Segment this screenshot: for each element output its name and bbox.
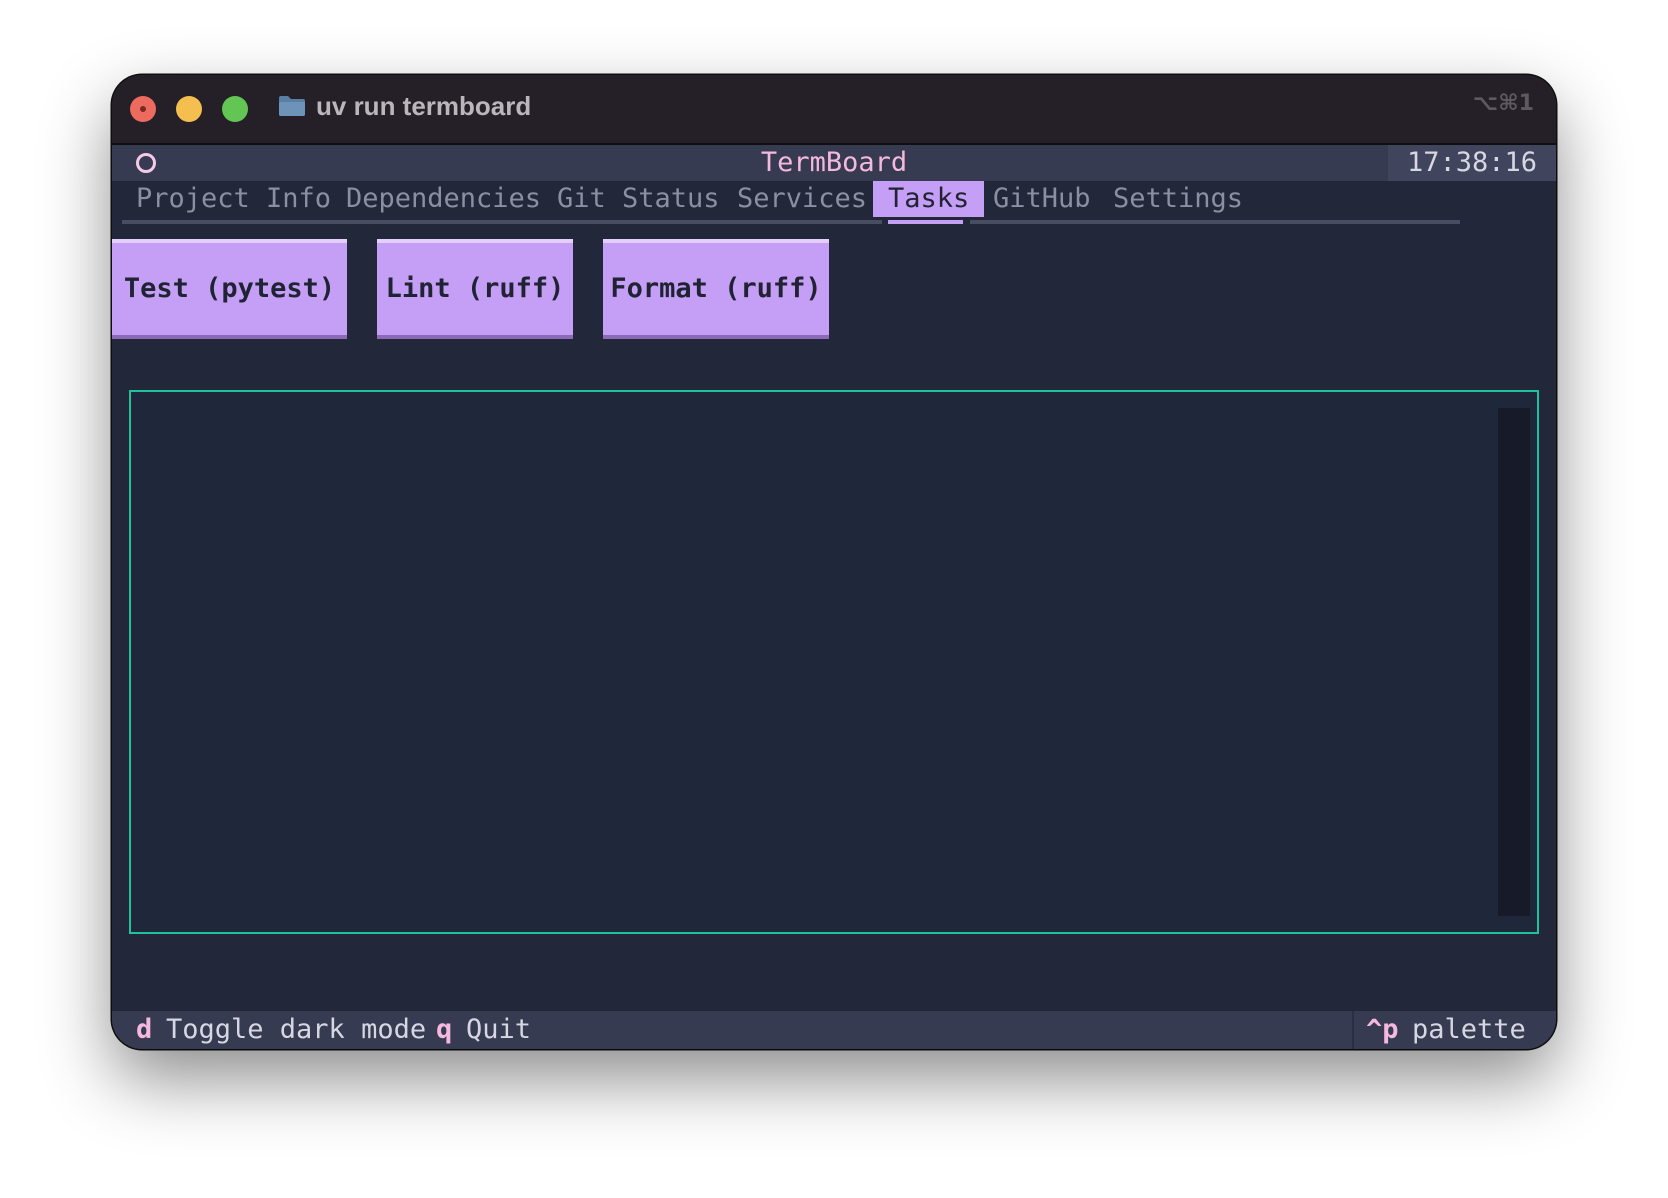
close-window-button[interactable] (130, 96, 156, 122)
task-output-log[interactable] (129, 390, 1539, 934)
maximize-window-button[interactable] (222, 96, 248, 122)
test-pytest-button[interactable]: Test (pytest) (112, 239, 347, 339)
tab-tasks[interactable]: Tasks (873, 181, 985, 217)
footer-key-d[interactable]: d (136, 1011, 152, 1049)
tab-bar: Project Info Dependencies Git Status Ser… (112, 181, 1556, 219)
log-scrollbar[interactable] (1498, 408, 1530, 916)
app-header: TermBoard 17:38:16 (112, 145, 1556, 181)
terminal-app: TermBoard 17:38:16 Project Info Dependen… (112, 145, 1556, 1049)
footer-toggle-dark-mode[interactable]: Toggle dark mode (166, 1011, 426, 1049)
tab-underline-active (888, 220, 963, 224)
tab-settings[interactable]: Settings (1113, 181, 1243, 217)
minimize-window-button[interactable] (176, 96, 202, 122)
window-titlebar: uv run termboard ⌥⌘1 (112, 75, 1556, 145)
footer-key-palette[interactable]: ^p (1366, 1011, 1399, 1049)
tab-project-info[interactable]: Project Info (136, 181, 331, 217)
footer-key-q[interactable]: q (436, 1011, 452, 1049)
tab-github[interactable]: GitHub (993, 181, 1091, 217)
tab-underline (970, 220, 1460, 224)
footer-quit[interactable]: Quit (466, 1011, 531, 1049)
format-ruff-button[interactable]: Format (ruff) (603, 239, 829, 339)
lint-ruff-button[interactable]: Lint (ruff) (377, 239, 573, 339)
footer-bar: d Toggle dark mode q Quit ^p palette (112, 1011, 1556, 1049)
terminal-window: uv run termboard ⌥⌘1 TermBoard 17:38:16 … (112, 75, 1556, 1049)
tab-git-status[interactable]: Git Status (557, 181, 720, 217)
window-shortcut-label: ⌥⌘1 (1472, 91, 1534, 116)
tab-underline (122, 220, 882, 224)
tab-services[interactable]: Services (737, 181, 867, 217)
footer-palette[interactable]: palette (1412, 1011, 1526, 1049)
tab-dependencies[interactable]: Dependencies (346, 181, 541, 217)
window-title: uv run termboard (316, 91, 532, 121)
folder-icon (279, 96, 305, 116)
header-clock: 17:38:16 (1388, 145, 1556, 181)
footer-separator (1352, 1011, 1354, 1049)
app-title: TermBoard (760, 147, 908, 178)
